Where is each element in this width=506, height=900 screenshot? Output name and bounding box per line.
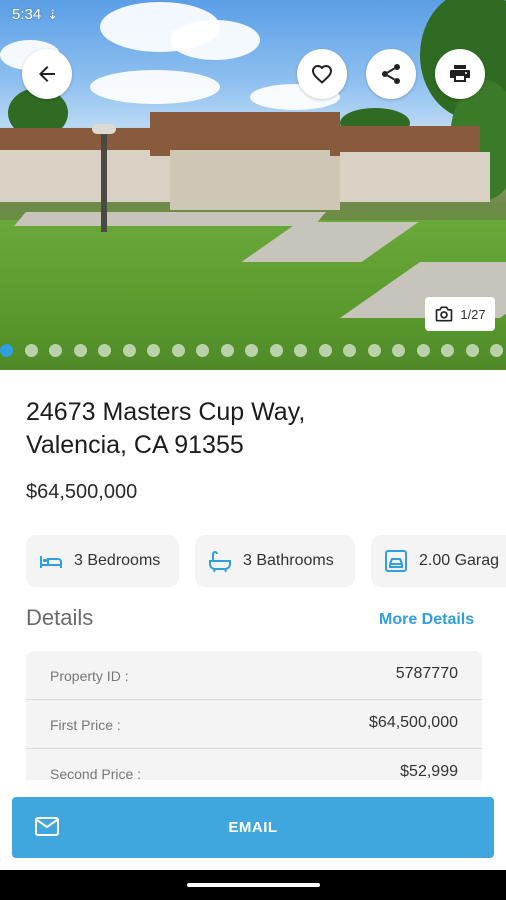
table-row: First Price : $64,500,000 [26,700,482,749]
pagination-dot[interactable] [0,344,13,357]
arrow-left-icon [39,66,55,82]
bathtub-icon [209,551,231,573]
pagination-dot[interactable] [73,344,87,357]
printer-icon [450,65,470,82]
pagination-dot[interactable] [416,344,430,357]
email-button[interactable]: EMAIL [12,797,494,858]
pagination-dot[interactable] [441,344,454,357]
pagination-dot[interactable] [343,344,356,357]
cloud [90,70,220,104]
row-key: Property ID : [50,668,129,684]
listing-price: $64,500,000 [26,481,138,503]
bed-icon [40,556,62,568]
address-line-2: Valencia, CA 91355 [26,431,244,459]
print-button[interactable] [435,49,485,99]
details-table: Property ID : 5787770 First Price : $64,… [26,651,482,791]
gallery-pagination [0,344,506,358]
feature-label: 2.00 Garag [419,552,500,569]
email-button-label: EMAIL [228,819,278,836]
feature-label: 3 Bedrooms [74,552,161,569]
pagination-dot[interactable] [147,344,160,357]
row-value: $64,500,000 [369,714,458,731]
pagination-dot[interactable] [245,344,258,357]
pagination-dot[interactable] [49,344,62,357]
back-button[interactable] [22,49,72,99]
property-photo[interactable]: 5:34 ⇣ 1/27 [0,0,506,370]
pagination-dot[interactable] [98,344,111,357]
system-navigation-bar [0,870,506,900]
feature-chip-garage: 2.00 Garag [371,535,506,587]
table-row: Property ID : 5787770 [26,651,482,700]
status-time: 5:34 [12,6,42,23]
cloud [170,20,260,60]
photo-counter[interactable]: 1/27 [425,297,495,331]
favorite-button[interactable] [297,49,347,99]
pagination-dot[interactable] [367,344,381,357]
pagination-dot[interactable] [171,344,185,357]
share-icon [382,64,400,84]
listing-screen: 5:34 ⇣ 1/27 24673 Masters Cup Way, Valenc… [0,0,506,900]
pagination-dot[interactable] [269,344,283,357]
house [0,150,180,202]
house [170,150,340,210]
pagination-dot[interactable] [465,344,479,357]
status-bar: 5:34 ⇣ [12,6,58,23]
row-value: $52,999 [400,763,458,780]
feature-label: 3 Bathrooms [243,552,334,569]
feature-chip-bedrooms: 3 Bedrooms [26,535,179,587]
pagination-dot[interactable] [392,344,405,357]
more-details-link[interactable]: More Details [379,611,474,629]
pagination-dot[interactable] [294,344,307,357]
address-line-1: 24673 Masters Cup Way, [26,398,306,426]
walkway [14,212,326,226]
heart-outline-icon [311,64,333,84]
lamp-post [101,128,107,232]
photo-counter-label: 1/27 [460,306,486,322]
house [340,152,490,202]
share-button[interactable] [366,49,416,99]
pagination-dot[interactable] [24,344,38,357]
row-key: First Price : [50,717,121,733]
garage-car-icon [385,550,407,572]
home-indicator[interactable] [187,883,320,887]
pagination-dot[interactable] [220,344,234,357]
pagination-dot[interactable] [490,344,503,357]
download-arrow-icon: ⇣ [47,7,59,22]
pagination-dot[interactable] [122,344,136,357]
pagination-dot[interactable] [318,344,332,357]
listing-address: 24673 Masters Cup Way, Valencia, CA 9135… [26,396,466,462]
feature-chip-bathrooms: 3 Bathrooms [195,535,355,587]
lamp-head [92,124,116,134]
row-value: 5787770 [395,665,458,682]
camera-icon [436,306,453,322]
details-heading: Details [26,605,94,630]
pagination-dot[interactable] [196,344,209,357]
